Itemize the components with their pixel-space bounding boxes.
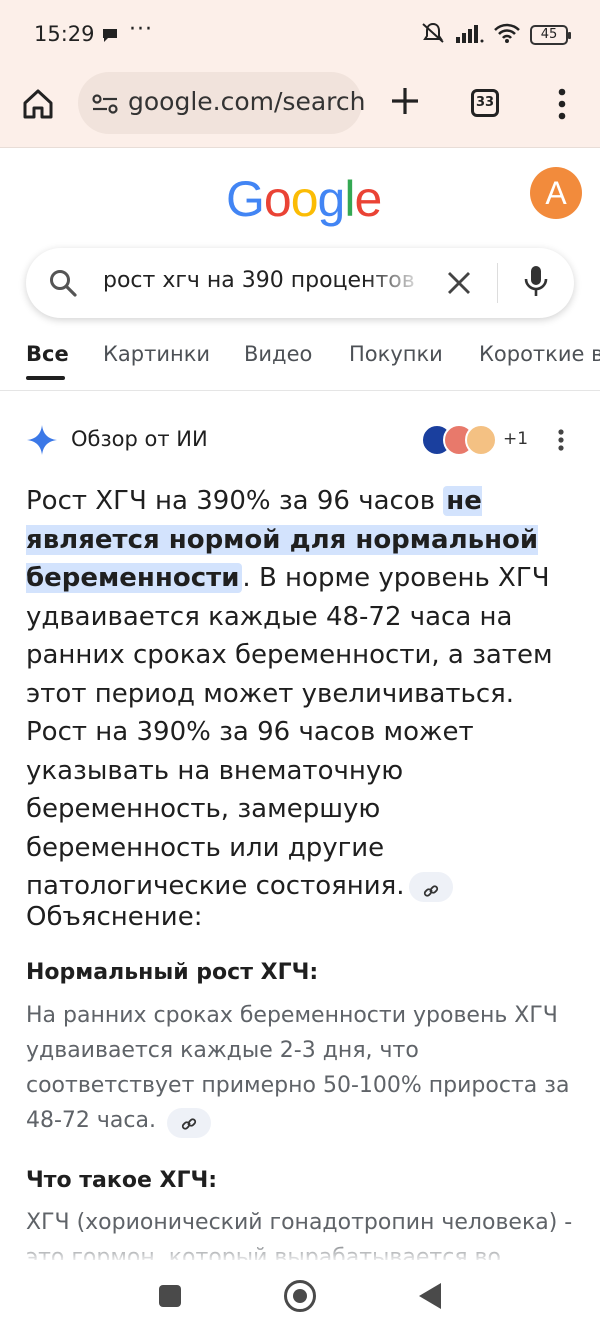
site-settings-icon[interactable] xyxy=(91,92,119,120)
back-icon[interactable] xyxy=(419,1283,441,1309)
status-bar: 15:29 ··· 45 xyxy=(0,0,600,70)
tabs-divider xyxy=(0,390,600,391)
sources-more-count[interactable]: +1 xyxy=(503,429,528,449)
source-link-button[interactable] xyxy=(408,872,453,902)
search-divider xyxy=(497,263,498,303)
logo-letter: o xyxy=(263,171,292,227)
ai-text-suffix: . В норме уровень ХГЧ удваивается каждые… xyxy=(26,563,553,901)
ai-overview-header: Обзор от ИИ +1 xyxy=(26,424,576,456)
source-favicon-icon xyxy=(465,424,497,456)
ai-overview-text: Рост ХГЧ на 390% за 96 часов не является… xyxy=(26,482,581,906)
new-tab-plus-icon[interactable] xyxy=(386,82,424,120)
section-body: На ранних сроках беременности уровень ХГ… xyxy=(26,998,576,1138)
menu-icon[interactable] xyxy=(557,87,567,121)
search-icon[interactable] xyxy=(48,268,78,302)
tab-images[interactable]: Картинки xyxy=(103,342,210,366)
home-icon[interactable] xyxy=(20,86,56,122)
link-icon xyxy=(181,1118,197,1130)
logo-letter: e xyxy=(354,171,382,227)
home-button-icon[interactable] xyxy=(284,1280,316,1312)
browser-toolbar: google.com/search 33 xyxy=(0,70,600,148)
logo-letter: g xyxy=(317,171,346,227)
clear-icon[interactable] xyxy=(446,270,472,300)
chat-bubble-icon xyxy=(101,27,119,47)
link-icon xyxy=(423,885,438,897)
logo-letter: G xyxy=(226,171,265,227)
tab-video[interactable]: Видео xyxy=(244,342,312,366)
tab-short-videos[interactable]: Короткие в xyxy=(479,342,600,366)
search-input-fade xyxy=(366,262,426,302)
ai-sparkle-icon xyxy=(26,424,58,460)
logo-letter: l xyxy=(344,171,355,227)
ai-overview-title: Обзор от ИИ xyxy=(71,427,208,451)
explanation-heading: Объяснение: xyxy=(26,902,203,932)
url-bar[interactable]: google.com/search xyxy=(78,72,365,134)
active-tab-indicator xyxy=(26,376,65,380)
wifi-icon xyxy=(494,23,520,47)
tabs-icon[interactable]: 33 xyxy=(471,89,499,117)
section-heading: Что такое ХГЧ: xyxy=(26,1168,218,1193)
source-link-button[interactable] xyxy=(166,1108,211,1138)
logo-letter: o xyxy=(290,171,319,227)
tab-shopping[interactable]: Покупки xyxy=(349,342,443,366)
search-tabs: Все Картинки Видео Покупки Короткие в xyxy=(26,342,600,382)
avatar[interactable]: A xyxy=(530,167,582,219)
google-logo: Google xyxy=(226,170,382,228)
url-text[interactable]: google.com/search xyxy=(128,87,365,116)
recent-apps-icon[interactable] xyxy=(159,1285,181,1307)
status-time: 15:29 xyxy=(34,22,95,46)
status-more-dots: ··· xyxy=(129,17,153,42)
tab-all[interactable]: Все xyxy=(26,342,69,366)
section-body-text: На ранних сроках беременности уровень ХГ… xyxy=(26,1003,570,1133)
system-nav-bar xyxy=(0,1260,600,1333)
search-box[interactable]: рост хгч на 390 процентов за 96 часов xyxy=(26,248,574,318)
more-options-icon[interactable] xyxy=(557,428,565,452)
mute-icon xyxy=(420,22,446,48)
battery-icon: 45 xyxy=(530,25,571,45)
ai-sources[interactable] xyxy=(421,424,501,456)
ai-text-prefix: Рост ХГЧ на 390% за 96 часов xyxy=(26,486,436,516)
mic-icon[interactable] xyxy=(523,264,549,304)
section-heading: Нормальный рост ХГЧ: xyxy=(26,960,319,985)
signal-icon xyxy=(456,23,484,47)
